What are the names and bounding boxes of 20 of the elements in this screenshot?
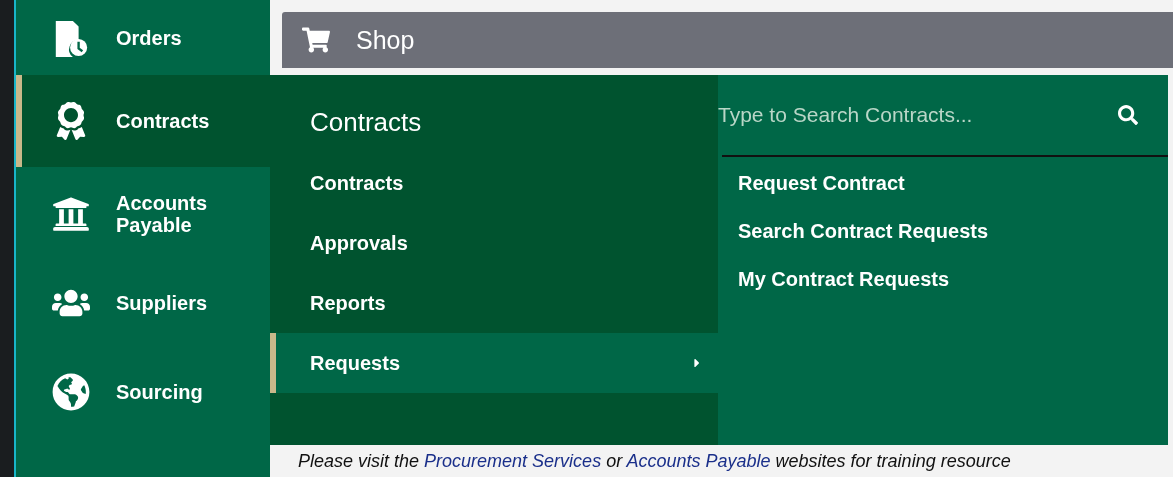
submenu-link[interactable]: Request Contract (718, 159, 905, 207)
sidebar-item[interactable]: Contracts (16, 75, 270, 167)
sidebar-item-label: Orders (116, 26, 182, 49)
sidebar-item-label: Sourcing (116, 380, 203, 403)
search-field[interactable]: Type to Search Contracts... (718, 103, 1118, 127)
menu-item[interactable]: Requests (270, 333, 718, 393)
menu-title: Contracts (309, 106, 423, 133)
submenu-link[interactable]: Search Contract Requests (718, 207, 989, 255)
bank-icon (52, 195, 90, 233)
sidebar-item-label: Suppliers (116, 291, 208, 314)
submenu-link[interactable]: My Contract Requests (718, 255, 950, 303)
sidebar-item-label: Accounts Payable (116, 192, 209, 236)
search-icon[interactable] (1118, 105, 1138, 125)
cart-icon (302, 26, 330, 54)
notice-link[interactable]: Procurement Services (424, 451, 602, 471)
globe-icon (52, 372, 90, 411)
header-title: Shop (356, 25, 415, 55)
notice-link[interactable]: Accounts Payable (626, 451, 771, 471)
sidebar-item-label: Contracts (116, 110, 210, 132)
notice-text: Please visit the Procurement Services or Accounts Payable websites for training resource (298, 451, 1011, 471)
